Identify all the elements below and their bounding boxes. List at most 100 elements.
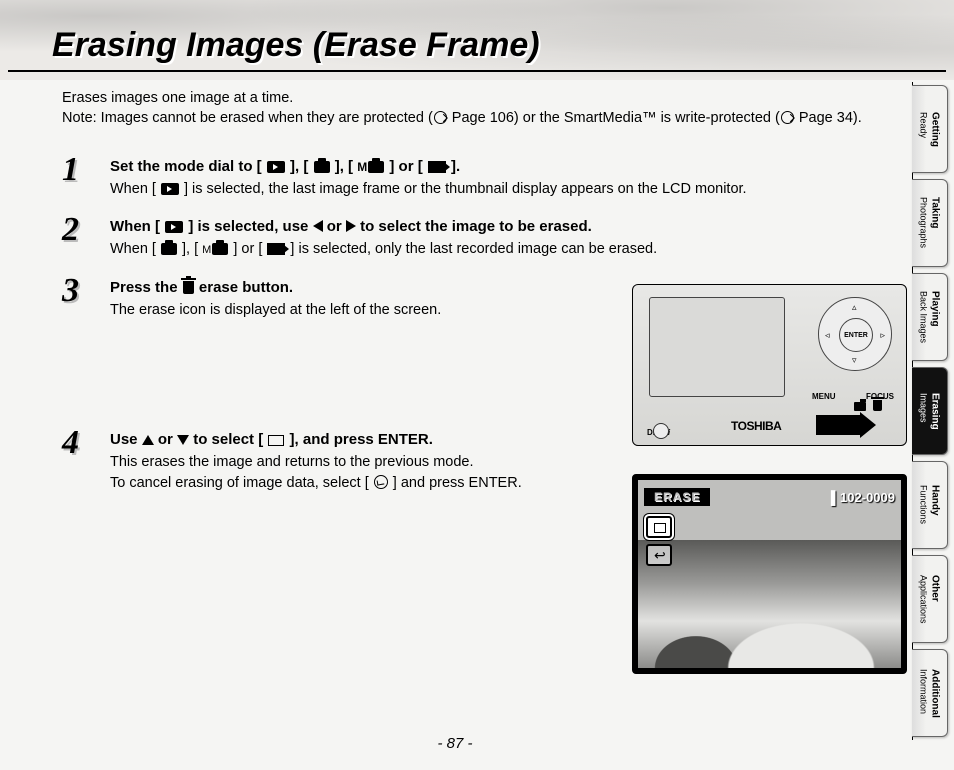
t: to select [: [189, 431, 267, 448]
t: to select the image to be erased.: [356, 218, 592, 235]
disp-button: [653, 423, 669, 439]
movie-mode-icon: [428, 161, 446, 173]
t: or: [323, 218, 346, 235]
t: ] or [: [229, 241, 266, 257]
dpad-up-icon: ▵: [852, 302, 857, 313]
t: ], [: [286, 158, 313, 175]
t: Getting: [930, 112, 941, 147]
playback-mode-icon: [165, 221, 183, 233]
t: Photographs: [919, 197, 929, 248]
dpad-down-icon: ▿: [852, 355, 857, 366]
erase-frame-option-icon: [646, 516, 672, 538]
frame-select-icon: [268, 435, 284, 446]
intro-pref1: Page 106: [448, 110, 514, 126]
t: or: [154, 431, 177, 448]
title-underline: [8, 70, 946, 72]
intro-text: Erases images one image at a time. Note:…: [62, 88, 892, 129]
step-number-2: 2: [62, 211, 79, 249]
trash-icon: [873, 400, 882, 411]
step-1-heading: Set the mode dial to [ ], [ ], [ M ] or …: [110, 157, 892, 177]
t: Information: [919, 669, 929, 714]
t: Other: [930, 575, 941, 602]
t: Taking: [930, 197, 941, 228]
sample-photo: [638, 538, 901, 668]
folder-icon: [854, 402, 866, 411]
t: When [: [110, 218, 164, 235]
brand-label: TOSHIBA: [731, 419, 781, 433]
movie-mode-icon: [267, 243, 285, 255]
t: Press the: [110, 279, 182, 296]
up-arrow-icon: [142, 435, 154, 445]
camera-dpad: ENTER ▵ ▿ ◃ ▹: [818, 297, 892, 371]
t: ] and press ENTER.: [389, 475, 522, 491]
step-number-1: 1: [62, 151, 79, 189]
t: Use: [110, 431, 142, 448]
t: To cancel erasing of image data, select …: [110, 475, 373, 491]
page-title: Erasing Images (Erase Frame): [52, 26, 540, 65]
intro-line2c: ).: [853, 110, 862, 126]
down-arrow-icon: [177, 435, 189, 445]
tab-taking-photographs[interactable]: TakingPhotographs: [912, 179, 948, 267]
intro-line2a: Note: Images cannot be erased when they …: [62, 110, 433, 126]
manual-camera-mode-icon: [368, 161, 384, 173]
t: Playing: [930, 291, 941, 327]
erase-direction-arrow-icon: [816, 415, 862, 435]
step-number-3: 3: [62, 272, 79, 310]
t: Functions: [919, 485, 929, 524]
left-arrow-icon: [313, 220, 323, 232]
page-link-icon: [434, 111, 447, 124]
t: ] is selected, use: [184, 218, 312, 235]
image-counter: ▌102-0009: [831, 490, 895, 505]
erase-mode-label: ERASE: [644, 488, 710, 506]
t: Images: [919, 393, 929, 423]
right-arrow-icon: [346, 220, 356, 232]
t: Handy: [930, 485, 941, 516]
return-icon: [374, 475, 388, 489]
step-2: 2 When [ ] is selected, use or to select…: [62, 217, 892, 260]
tab-additional-information[interactable]: AdditionalInformation: [912, 649, 948, 737]
step-2-body: When [ ], [ M ] or [ ] is selected, only…: [110, 239, 892, 259]
step-2-heading: When [ ] is selected, use or to select t…: [110, 217, 892, 237]
t: Back Images: [919, 291, 929, 343]
erase-option-icons: [646, 516, 676, 572]
camera-mode-icon: [314, 161, 330, 173]
t: This erases the image and returns to the…: [110, 454, 474, 470]
t: ], [: [178, 241, 202, 257]
t: When [: [110, 241, 160, 257]
intro-line2b: ) or the SmartMedia™ is write-protected …: [514, 110, 780, 126]
trash-icon: [183, 281, 194, 294]
t: ], and press ENTER.: [285, 431, 433, 448]
t: ] or [: [385, 158, 427, 175]
tab-getting-ready[interactable]: GettingReady: [912, 85, 948, 173]
step-1-body: When [ ] is selected, the last image fra…: [110, 179, 892, 199]
cancel-option-icon: [646, 544, 672, 566]
camera-mode-icon: [161, 243, 177, 255]
step-1: 1 Set the mode dial to [ ], [ ], [ M ] o…: [62, 157, 892, 200]
t: ] is selected, only the last recorded im…: [286, 241, 657, 257]
t: Set the mode dial to [: [110, 158, 266, 175]
intro-pref2: Page 34: [795, 110, 853, 126]
camera-lcd: [649, 297, 785, 397]
t: When [: [110, 181, 160, 197]
playback-mode-icon: [267, 161, 285, 173]
tab-handy-functions[interactable]: HandyFunctions: [912, 461, 948, 549]
dpad-left-icon: ◃: [825, 330, 830, 341]
tab-other-applications[interactable]: OtherApplications: [912, 555, 948, 643]
t: ], [: [331, 158, 358, 175]
t: Erasing: [930, 393, 941, 430]
camera-back-illustration: ENTER ▵ ▿ ◃ ▹ MENU FOCUS DISP/i TOSHIBA: [632, 284, 907, 446]
t: ] is selected, the last image frame or t…: [180, 181, 747, 197]
playback-mode-icon: [161, 183, 179, 195]
t: Additional: [930, 669, 941, 718]
step-number-4: 4: [62, 424, 79, 462]
tab-erasing-images[interactable]: ErasingImages: [912, 367, 948, 455]
t: erase button.: [195, 279, 293, 296]
dpad-right-icon: ▹: [880, 330, 885, 341]
lcd-erase-illustration: ERASE ▌102-0009: [632, 474, 907, 674]
tab-playing-back-images[interactable]: PlayingBack Images: [912, 273, 948, 361]
side-tabs: GettingReady TakingPhotographs PlayingBa…: [912, 82, 948, 740]
manual-camera-mode-icon: [212, 243, 228, 255]
menu-label: MENU: [812, 392, 836, 401]
page-number: - 87 -: [0, 735, 910, 752]
page-link-icon: [781, 111, 794, 124]
